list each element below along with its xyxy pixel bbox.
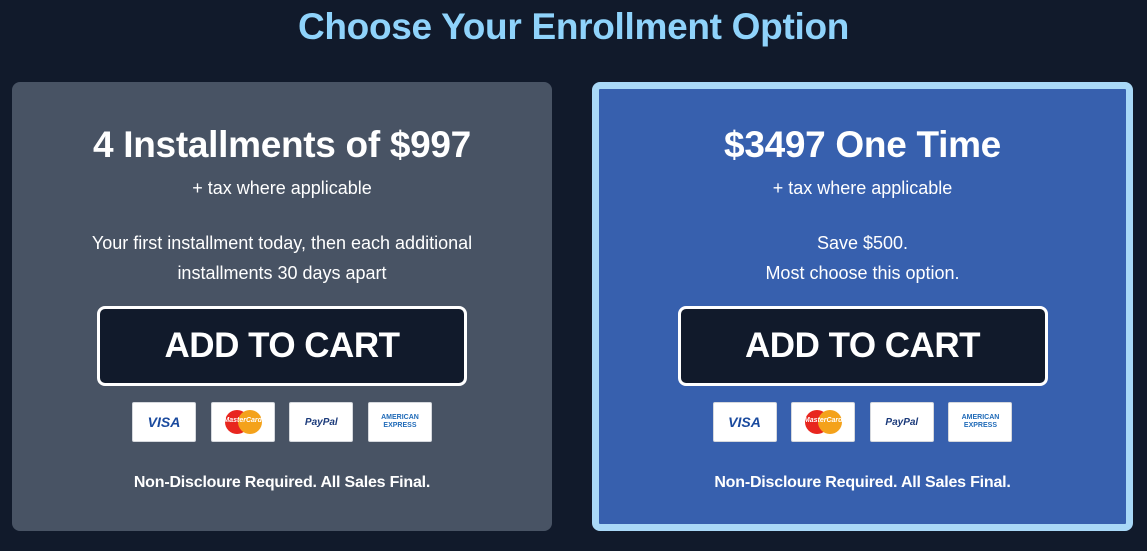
amex-label-line1: AMERICAN: [381, 414, 419, 421]
visa-icon: VISA: [712, 402, 777, 442]
visa-label: VISA: [728, 414, 761, 430]
visa-label: VISA: [147, 414, 181, 430]
mastercard-label: MasterCard: [803, 417, 843, 424]
payment-methods: VISA MasterCard PayPal AMERICAN EXPRESS: [712, 402, 1013, 442]
tax-note: + tax where applicable: [192, 178, 372, 198]
add-to-cart-button[interactable]: ADD TO CART: [97, 306, 467, 386]
add-to-cart-button[interactable]: ADD TO CART: [677, 306, 1048, 386]
mastercard-icon: MasterCard: [791, 402, 856, 442]
paypal-label: PayPal: [304, 416, 338, 428]
amex-icon: AMERICAN EXPRESS: [367, 402, 432, 442]
amex-label-line2: EXPRESS: [383, 422, 417, 429]
plan-description: Save $500. Most choose this option.: [599, 228, 1126, 288]
visa-icon: VISA: [132, 402, 196, 442]
amex-label-line2: EXPRESS: [963, 422, 997, 429]
legal-notice: Non-Discloure Required. All Sales Final.: [133, 474, 431, 491]
legal-notice: Non-Discloure Required. All Sales Final.: [714, 474, 1011, 491]
installments-plan-card: 4 Installments of $997 + tax where appli…: [12, 82, 552, 531]
page-title: Choose Your Enrollment Option: [297, 6, 850, 47]
tax-note: + tax where applicable: [772, 178, 953, 198]
paypal-icon: PayPal: [289, 402, 354, 442]
payment-methods: VISA MasterCard PayPal AMERICAN EXPRESS: [132, 402, 432, 442]
paypal-icon: PayPal: [869, 402, 934, 442]
plan-description-line: Save $500.: [816, 233, 909, 253]
plan-description-line: installments 30 days apart: [177, 263, 387, 283]
plan-title: $3497 One Time: [724, 124, 1001, 165]
plan-description-line: Your first installment today, then each …: [91, 233, 473, 253]
amex-label-line1: AMERICAN: [961, 414, 1000, 421]
plan-description: Your first installment today, then each …: [12, 228, 552, 288]
enrollment-page: Choose Your Enrollment Option 4 Installm…: [0, 0, 1147, 551]
mastercard-icon: MasterCard: [210, 402, 275, 442]
one-time-plan-card: $3497 One Time + tax where applicable Sa…: [592, 82, 1133, 531]
plan-description-line: Most choose this option.: [765, 263, 960, 283]
plan-title: 4 Installments of $997: [93, 124, 471, 165]
amex-icon: AMERICAN EXPRESS: [948, 402, 1013, 442]
mastercard-label: MasterCard: [223, 417, 262, 424]
paypal-label: PayPal: [885, 416, 919, 428]
